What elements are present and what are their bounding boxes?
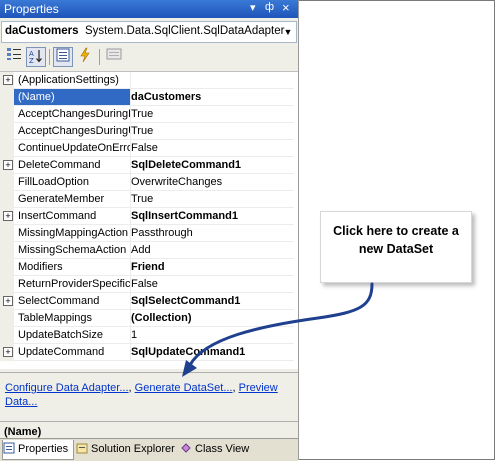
arrowhead <box>182 360 197 377</box>
callout-arrow <box>182 282 374 377</box>
